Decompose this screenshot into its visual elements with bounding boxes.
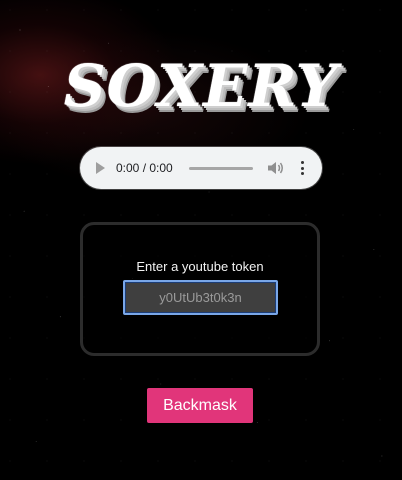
audio-progress-track[interactable] bbox=[188, 166, 253, 170]
audio-time: 0:00 / 0:00 bbox=[116, 161, 173, 175]
more-options-icon[interactable] bbox=[300, 161, 305, 175]
volume-icon[interactable] bbox=[267, 161, 287, 175]
token-panel: Enter a youtube token bbox=[80, 222, 320, 356]
play-icon[interactable] bbox=[96, 162, 105, 174]
backmask-button[interactable]: Backmask bbox=[147, 388, 253, 423]
app-title: SOXERY bbox=[63, 52, 339, 120]
audio-player[interactable]: 0:00 / 0:00 bbox=[80, 147, 322, 189]
youtube-token-input[interactable] bbox=[123, 280, 278, 315]
token-label: Enter a youtube token bbox=[136, 259, 264, 274]
